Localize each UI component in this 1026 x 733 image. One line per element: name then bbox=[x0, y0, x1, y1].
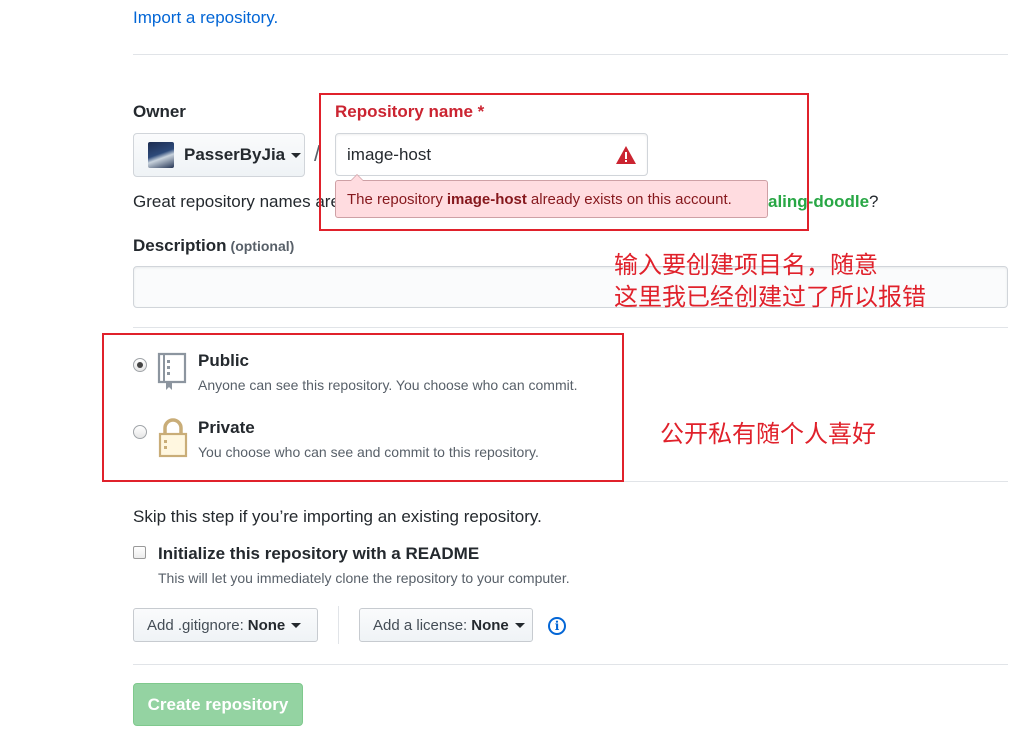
info-icon[interactable]: i bbox=[548, 617, 566, 635]
import-repository-link[interactable]: Import a repository. bbox=[133, 8, 278, 28]
readme-option-title[interactable]: Initialize this repository with a README bbox=[158, 544, 479, 564]
readme-option-note: This will let you immediately clone the … bbox=[158, 570, 570, 586]
divider bbox=[133, 54, 1008, 55]
description-label: Description (optional) bbox=[133, 236, 295, 255]
chevron-down-icon bbox=[291, 152, 302, 158]
add-gitignore-dropdown[interactable]: Add .gitignore: None bbox=[133, 608, 318, 642]
chevron-down-icon bbox=[514, 622, 525, 628]
annotation-box-repository-name bbox=[319, 93, 809, 231]
readme-checkbox[interactable] bbox=[133, 546, 146, 559]
owner-select[interactable]: PasserByJia bbox=[133, 133, 305, 177]
owner-avatar bbox=[148, 142, 174, 168]
button-divider bbox=[338, 606, 339, 644]
add-license-dropdown[interactable]: Add a license: None bbox=[359, 608, 533, 642]
owner-name: PasserByJia bbox=[184, 145, 286, 164]
skip-step-text: Skip this step if you’re importing an ex… bbox=[133, 507, 542, 526]
chevron-down-icon bbox=[291, 622, 302, 628]
annotation-text: 公开私有随个人喜好 bbox=[660, 420, 876, 448]
divider bbox=[133, 327, 1008, 328]
annotation-text: 这里我已经创建过了所以报错 bbox=[614, 283, 926, 311]
annotation-box-visibility bbox=[102, 333, 624, 482]
create-repository-button[interactable]: Create repository bbox=[133, 683, 303, 726]
owner-label: Owner bbox=[133, 102, 186, 121]
annotation-text: 输入要创建项目名，随意 bbox=[614, 251, 878, 279]
divider bbox=[133, 664, 1008, 665]
